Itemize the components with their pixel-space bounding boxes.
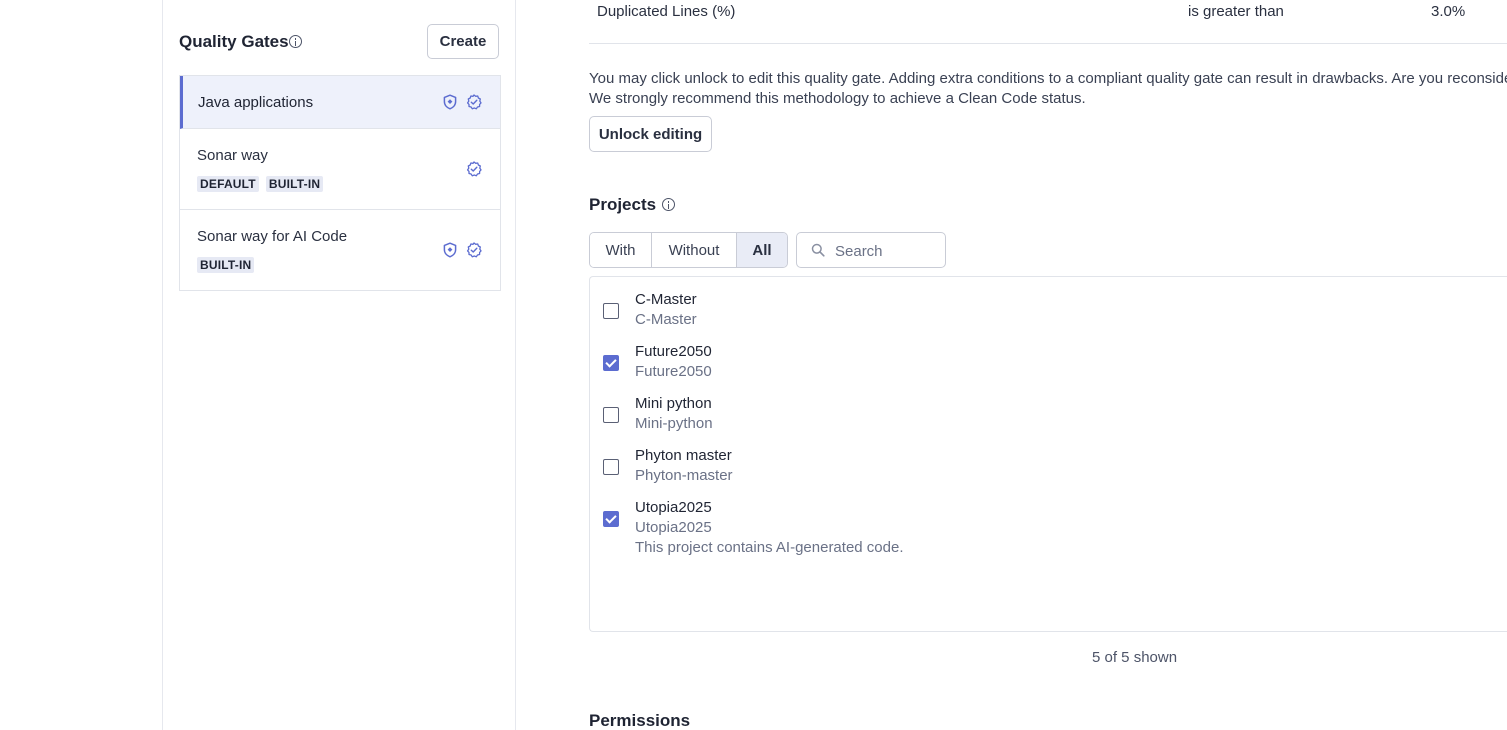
gate-badges: BUILT-IN [197, 257, 255, 273]
filter-without-button[interactable]: Without [652, 233, 737, 267]
projects-title: Projects [589, 195, 657, 214]
shield-icon [443, 242, 457, 258]
project-checkbox[interactable] [603, 407, 619, 423]
project-name: Future2050 [635, 343, 712, 360]
status-badge: DEFAULT [197, 176, 259, 192]
condition-operator: is greater than [1188, 3, 1284, 20]
filter-with-button[interactable]: With [590, 233, 652, 267]
project-key: Mini-python [635, 415, 713, 432]
shield-icon [443, 94, 457, 110]
info-icon[interactable] [662, 198, 675, 211]
unlock-editing-button[interactable]: Unlock editing [589, 116, 712, 152]
project-search-box [796, 232, 946, 268]
project-checkbox[interactable] [603, 355, 619, 371]
project-checkbox[interactable] [603, 511, 619, 527]
project-key: Phyton-master [635, 467, 733, 484]
project-name: Mini python [635, 395, 712, 412]
gate-icons [442, 242, 482, 258]
gate-item-sonar-way[interactable]: Sonar way DEFAULT BUILT-IN [180, 129, 500, 210]
shown-count: 5 of 5 shown [1092, 649, 1178, 666]
divider [589, 43, 1507, 44]
filter-all-button[interactable]: All [737, 233, 787, 267]
gate-name: Sonar way [197, 147, 268, 164]
project-key: C-Master [635, 311, 697, 328]
ai-code-note: This project contains AI-generated code. [635, 539, 904, 556]
project-name: Phyton master [635, 447, 732, 464]
unlock-notice: You may click unlock to edit this qualit… [589, 69, 1507, 109]
permissions-title: Permissions [589, 711, 691, 730]
gate-name: Java applications [198, 94, 314, 111]
verified-badge-icon [466, 242, 482, 258]
sidebar-title: Quality Gates [179, 32, 289, 51]
gate-item-java-applications[interactable]: Java applications [180, 76, 500, 129]
project-key: Utopia2025 [635, 519, 712, 536]
search-icon [811, 243, 825, 257]
create-button[interactable]: Create [427, 24, 499, 59]
verified-badge-icon [466, 94, 482, 110]
gate-icons [442, 94, 482, 110]
sidebar-header: Quality Gates Create [179, 24, 501, 60]
verified-badge-icon [466, 161, 482, 177]
condition-metric: Duplicated Lines (%) [597, 3, 736, 20]
app-frame: Quality Gates Create Java applications S… [0, 0, 1507, 730]
status-badge: BUILT-IN [197, 257, 255, 273]
condition-value: 3.0% [1431, 3, 1466, 20]
quality-gate-list: Java applications Sonar way DEFAULT BUIL… [179, 75, 501, 291]
gate-name: Sonar way for AI Code [197, 228, 348, 245]
gate-badges: DEFAULT BUILT-IN [197, 176, 324, 192]
project-key: Future2050 [635, 363, 712, 380]
info-icon[interactable] [289, 35, 302, 48]
divider [515, 0, 516, 730]
search-input[interactable] [835, 241, 941, 261]
notice-line: We strongly recommend this methodology t… [589, 90, 1086, 107]
project-list: C-Master C-Master Future2050 Future2050 … [589, 276, 1507, 632]
notice-line: You may click unlock to edit this qualit… [589, 70, 1507, 87]
project-filter-toggle: With Without All [589, 232, 788, 268]
gate-item-sonar-way-ai-code[interactable]: Sonar way for AI Code BUILT-IN [180, 210, 500, 291]
project-checkbox[interactable] [603, 459, 619, 475]
project-name: C-Master [635, 291, 697, 308]
divider [162, 0, 163, 730]
status-badge: BUILT-IN [265, 176, 324, 192]
project-checkbox[interactable] [603, 303, 619, 319]
project-name: Utopia2025 [635, 499, 712, 516]
gate-icons [466, 161, 482, 177]
